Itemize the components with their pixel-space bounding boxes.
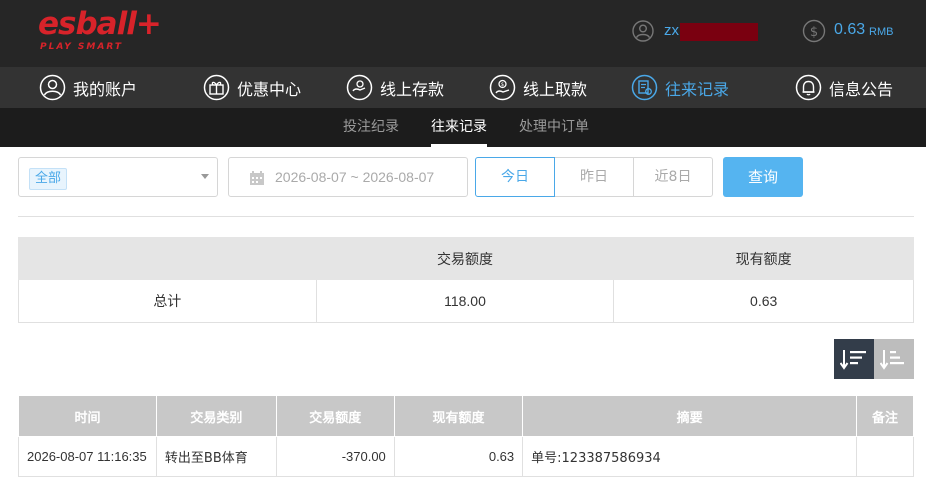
- nav-records[interactable]: 往来记录: [631, 67, 729, 108]
- cell-time: 2026-08-07 11:16:35: [18, 436, 157, 477]
- nav-label: 我的账户: [73, 79, 138, 99]
- query-button[interactable]: 查询: [723, 157, 803, 197]
- dollar-icon: $: [802, 19, 826, 43]
- user-icon: [632, 20, 654, 42]
- calendar-icon: [250, 171, 264, 185]
- brand-tagline: PLAY SMART: [40, 42, 123, 52]
- gift-icon: [203, 74, 230, 101]
- user-icon: [39, 74, 66, 101]
- date-range-value: 2026-08-07 ~ 2026-08-07: [275, 169, 435, 185]
- table-row: 2026-08-07 11:16:35 转出至BB体育 -370.00 0.63…: [18, 436, 914, 477]
- divider: [18, 216, 914, 217]
- sort-descending-button[interactable]: [834, 339, 874, 379]
- header-balance: 现有额度: [393, 395, 524, 437]
- deposit-icon: [346, 74, 373, 101]
- balance-value: 0.63: [834, 21, 866, 38]
- summary-header-row: 交易额度 现有额度: [18, 237, 914, 280]
- caret-down-icon: [201, 174, 209, 179]
- range-today-button[interactable]: 今日: [475, 157, 555, 197]
- header-time: 时间: [18, 395, 157, 437]
- svg-text:$: $: [810, 25, 818, 40]
- withdraw-icon: $: [489, 74, 516, 101]
- summary-total-label: 总计: [18, 279, 317, 323]
- sort-ascending-button[interactable]: [874, 339, 914, 379]
- cell-summary: 单号:123387586934: [522, 436, 858, 477]
- range-yesterday-button[interactable]: 昨日: [554, 157, 634, 197]
- header-note: 备注: [856, 395, 914, 437]
- top-bar: esball+ PLAY SMART zx $ 0.63 RMB: [0, 0, 926, 67]
- summary-header-amount: 交易额度: [315, 237, 615, 280]
- tab-transaction-records[interactable]: 往来记录: [431, 108, 487, 147]
- brand-name: esball+: [38, 6, 162, 42]
- tab-bet-records[interactable]: 投注纪录: [343, 108, 399, 147]
- username: zx: [664, 22, 679, 39]
- bell-icon: [795, 74, 822, 101]
- summary-total-balance: 0.63: [613, 279, 914, 323]
- nav-label: 优惠中心: [237, 79, 302, 99]
- nav-my-account[interactable]: 我的账户: [39, 67, 137, 108]
- records-header-row: 时间 交易类别 交易额度 现有额度 摘要 备注: [18, 395, 914, 437]
- range-8days-button[interactable]: 近8日: [633, 157, 713, 197]
- nav-label: 线上存款: [380, 79, 445, 99]
- username-redacted: [680, 23, 758, 41]
- nav-promotions[interactable]: 优惠中心: [203, 67, 301, 108]
- summary-total-row: 总计 118.00 0.63: [18, 279, 914, 323]
- header-type: 交易类别: [155, 395, 277, 437]
- selected-type-tag: 全部: [29, 168, 68, 190]
- header-amount: 交易额度: [275, 395, 395, 437]
- summary-header-empty: [18, 237, 317, 280]
- records-icon: [631, 74, 658, 101]
- balance-currency: RMB: [869, 26, 894, 38]
- nav-withdraw[interactable]: $ 线上取款: [489, 67, 587, 108]
- nav-deposit[interactable]: 线上存款: [346, 67, 444, 108]
- brand-logo[interactable]: esball+ PLAY SMART: [38, 6, 162, 54]
- summary-table: 交易额度 现有额度 总计 118.00 0.63: [18, 237, 914, 323]
- nav-label: 信息公告: [829, 79, 894, 99]
- summary-header-balance: 现有额度: [613, 237, 914, 280]
- cell-balance: 0.63: [393, 436, 524, 477]
- transaction-type-select[interactable]: 全部: [18, 157, 218, 197]
- tab-pending-orders[interactable]: 处理中订单: [519, 108, 589, 147]
- sort-ascending-icon: [880, 350, 904, 370]
- sort-descending-icon: [840, 350, 866, 370]
- main-nav: 我的账户 优惠中心 线上存款 $ 线上取款 往来记录 信息公告: [0, 67, 926, 108]
- records-table: 时间 交易类别 交易额度 现有额度 摘要 备注 2026-08-07 11:16…: [18, 395, 914, 477]
- cell-note: [856, 436, 914, 477]
- svg-text:$: $: [501, 82, 504, 88]
- cell-type: 转出至BB体育: [155, 436, 277, 477]
- nav-label: 往来记录: [665, 79, 730, 99]
- summary-total-amount: 118.00: [315, 279, 615, 323]
- header-summary: 摘要: [522, 395, 858, 437]
- date-range-input[interactable]: 2026-08-07 ~ 2026-08-07: [228, 157, 468, 197]
- nav-label: 线上取款: [523, 79, 588, 99]
- sub-nav: 投注纪录 往来记录 处理中订单: [0, 108, 926, 147]
- cell-amount: -370.00: [275, 436, 395, 477]
- nav-announcements[interactable]: 信息公告: [795, 67, 893, 108]
